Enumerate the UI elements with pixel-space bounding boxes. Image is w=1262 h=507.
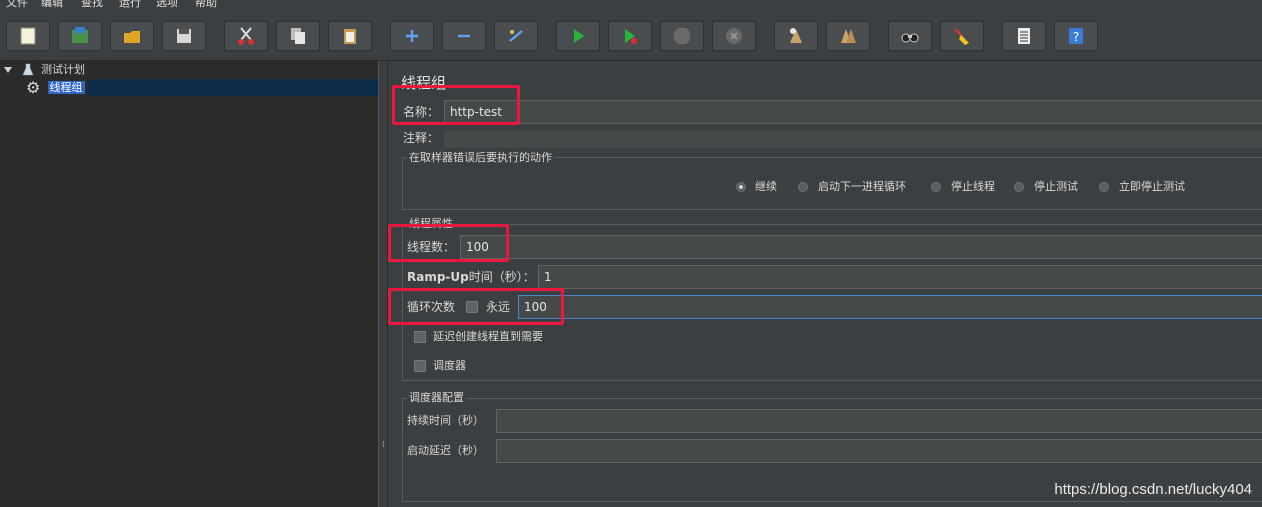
- copy-icon: [291, 28, 305, 44]
- help-icon: ?: [1069, 28, 1083, 44]
- rampup-label: Ramp-Up时间（秒）：: [407, 269, 535, 285]
- sampler-error-group-title: 在取样器错误后要执行的动作: [407, 151, 554, 165]
- stop-button[interactable]: [660, 21, 704, 51]
- shutdown-button[interactable]: [712, 21, 756, 51]
- collapse-icon: [458, 34, 470, 38]
- scheduler-label[interactable]: 调度器: [433, 358, 466, 374]
- templates-icon: [72, 27, 88, 43]
- function-helper-button[interactable]: [1002, 21, 1046, 51]
- templates-button[interactable]: [58, 21, 102, 51]
- new-button[interactable]: [6, 21, 50, 51]
- highlight-loop-count: [388, 288, 564, 325]
- radio-stop-test-now-label[interactable]: 立即停止测试: [1119, 179, 1185, 195]
- radio-start-next-loop[interactable]: [798, 182, 808, 192]
- open-icon: [124, 31, 140, 43]
- stop-icon: [674, 28, 690, 44]
- toolbar: ?: [0, 12, 1262, 61]
- tree-node-thread-group-label: 线程组: [47, 81, 85, 94]
- shutdown-icon: [726, 28, 742, 44]
- open-button[interactable]: [110, 21, 154, 51]
- menu-run[interactable]: 运行: [119, 0, 141, 10]
- paste-icon: [344, 29, 356, 44]
- rampup-label-rest: 时间（秒）：: [468, 270, 535, 284]
- radio-continue-label[interactable]: 继续: [755, 179, 777, 195]
- tree-node-test-plan[interactable]: 测试计划: [4, 61, 85, 78]
- help-button[interactable]: ?: [1054, 21, 1098, 51]
- toggle-icon: [509, 30, 523, 42]
- copy-button[interactable]: [276, 21, 320, 51]
- rampup-field[interactable]: 1: [538, 265, 1262, 289]
- clear-all-button[interactable]: [826, 21, 870, 51]
- tree-selection-row: [88, 79, 378, 96]
- threads-field[interactable]: 100: [460, 235, 1262, 259]
- highlight-name: [392, 85, 520, 125]
- menu-file[interactable]: 文件: [6, 0, 28, 10]
- start-button[interactable]: [556, 21, 600, 51]
- tree-node-thread-group[interactable]: ⚙ 线程组: [26, 79, 85, 96]
- cut-button[interactable]: [224, 21, 268, 51]
- search-button[interactable]: [888, 21, 932, 51]
- expand-icon: [406, 30, 418, 42]
- broom-icon: [954, 28, 969, 45]
- scheduler-checkbox[interactable]: [414, 360, 426, 372]
- menu-help[interactable]: 帮助: [195, 0, 217, 10]
- save-icon: [177, 29, 191, 43]
- name-field[interactable]: http-test: [444, 100, 1262, 124]
- radio-start-next-loop-label[interactable]: 启动下一进程循环: [818, 179, 906, 195]
- menu-search[interactable]: 查找: [81, 0, 103, 10]
- delay-thread-creation-label[interactable]: 延迟创建线程直到需要: [433, 329, 543, 345]
- thread-group-panel: 线程组 名称： http-test 注释： 在取样器错误后要执行的动作 继续 启…: [387, 61, 1262, 507]
- clear-icon: [790, 28, 802, 43]
- start-no-pause-button[interactable]: [608, 21, 652, 51]
- gear-icon: ⚙: [26, 78, 41, 97]
- clear-button[interactable]: [774, 21, 818, 51]
- radio-stop-test-now[interactable]: [1099, 182, 1109, 192]
- start-no-pause-icon: [625, 29, 637, 44]
- save-button[interactable]: [162, 21, 206, 51]
- reset-search-button[interactable]: [940, 21, 984, 51]
- start-icon: [574, 29, 584, 43]
- radio-stop-thread[interactable]: [931, 182, 941, 192]
- highlight-threads: [388, 224, 509, 262]
- watermark: https://blog.csdn.net/lucky404: [1054, 481, 1252, 498]
- startup-delay-label: 启动延迟（秒）: [407, 444, 484, 457]
- new-icon: [20, 27, 36, 45]
- menu-edit[interactable]: 编辑: [41, 0, 63, 10]
- duration-label: 持续时间（秒）: [407, 414, 484, 427]
- comment-label: 注释：: [403, 131, 440, 145]
- delay-thread-creation-checkbox[interactable]: [414, 331, 426, 343]
- divider-grip-icon[interactable]: ⁞: [382, 440, 385, 450]
- toggle-button[interactable]: [494, 21, 538, 51]
- svg-text:?: ?: [1073, 30, 1079, 44]
- list-icon: [1018, 28, 1030, 44]
- scheduler-config-group-title: 调度器配置: [407, 391, 466, 405]
- menu-options[interactable]: 选项: [156, 0, 178, 10]
- rampup-label-bold: Ramp-Up: [407, 270, 469, 284]
- expand-arrow-icon[interactable]: [4, 67, 12, 73]
- collapse-button[interactable]: [442, 21, 486, 51]
- menu-bar: 文件 编辑 查找 运行 选项 帮助: [0, 0, 1262, 12]
- radio-stop-test[interactable]: [1014, 182, 1024, 192]
- comment-field[interactable]: [444, 130, 1262, 148]
- tree-node-test-plan-label: 测试计划: [41, 63, 85, 76]
- test-plan-tree: 测试计划 ⚙ 线程组: [0, 61, 379, 507]
- loop-count-field[interactable]: 100: [518, 295, 1262, 319]
- cut-icon: [238, 27, 254, 45]
- startup-delay-field[interactable]: [496, 439, 1262, 463]
- paste-button[interactable]: [328, 21, 372, 51]
- flask-icon: [22, 63, 33, 76]
- radio-continue[interactable]: [736, 182, 746, 192]
- radio-stop-thread-label[interactable]: 停止线程: [951, 179, 995, 195]
- radio-stop-test-label[interactable]: 停止测试: [1034, 179, 1078, 195]
- clear-all-icon: [841, 29, 856, 43]
- expand-button[interactable]: [390, 21, 434, 51]
- search-icon: [901, 33, 919, 43]
- duration-field[interactable]: [496, 409, 1262, 433]
